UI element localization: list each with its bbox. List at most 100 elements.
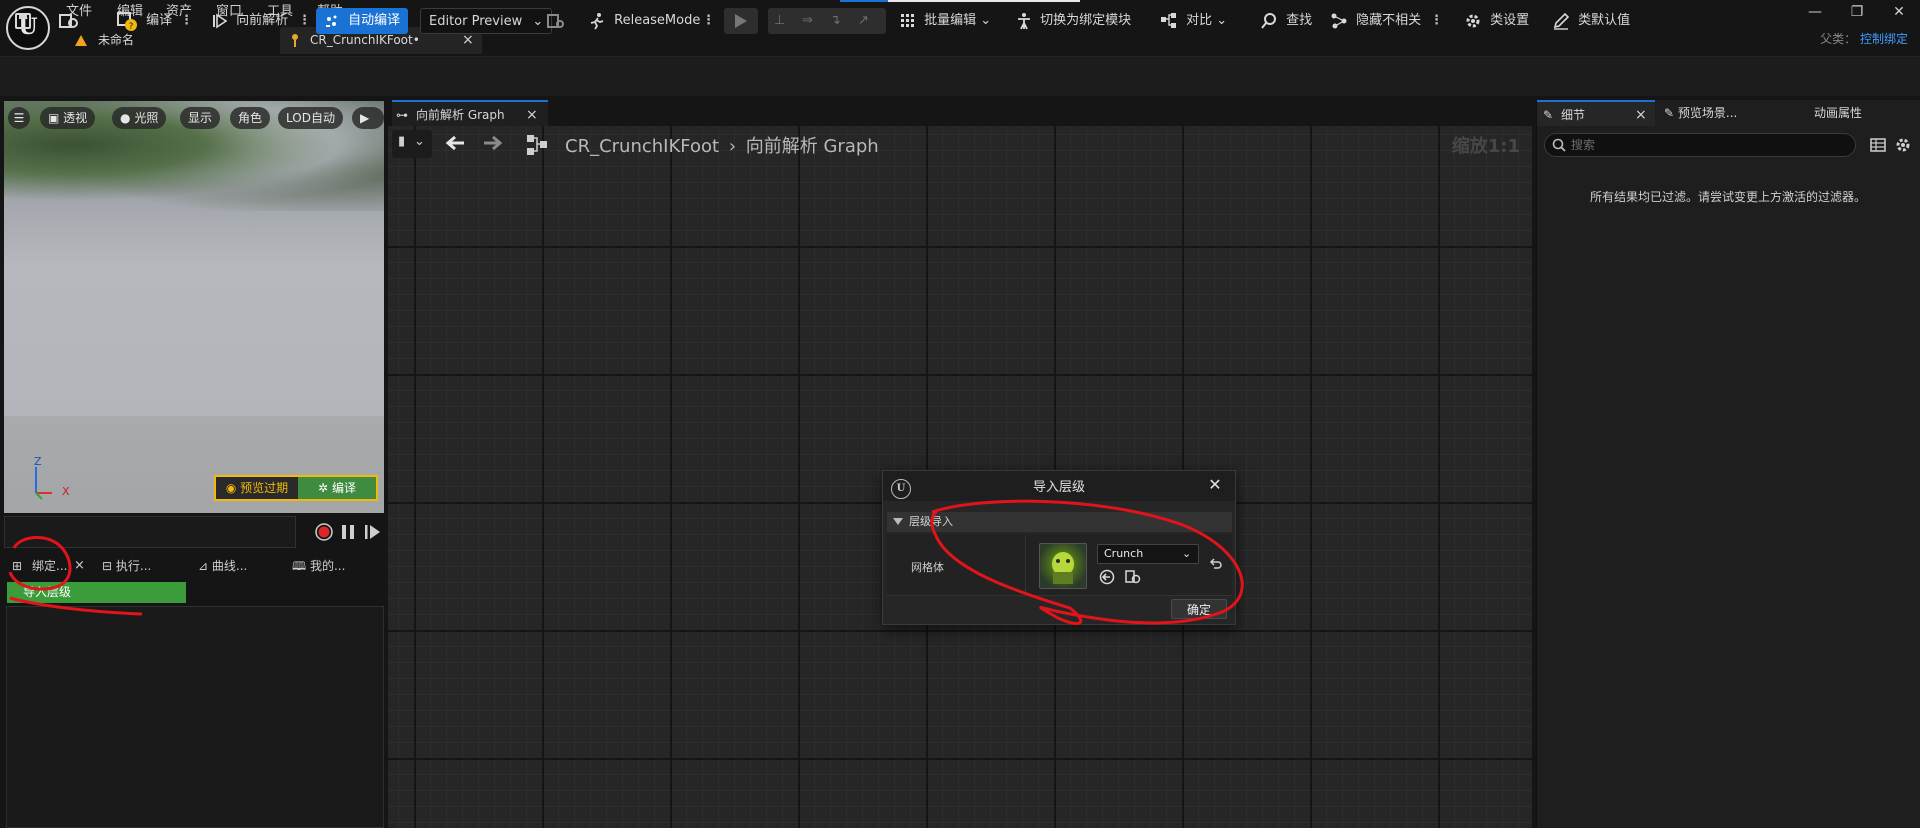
table-view-icon[interactable] bbox=[1870, 137, 1886, 153]
hide-unrelated-options-icon[interactable]: ⋮ bbox=[1430, 8, 1443, 34]
compile-button[interactable]: ? 编译 bbox=[116, 8, 172, 34]
switch-rig-module-button[interactable]: 切换为绑定模块 bbox=[1016, 8, 1131, 34]
restore-icon[interactable]: ❐ bbox=[1842, 0, 1872, 24]
step-into-icon[interactable]: ⊥ bbox=[774, 8, 785, 34]
reset-to-default-icon[interactable] bbox=[1209, 557, 1223, 571]
mesh-asset-dropdown[interactable]: Crunch ⌄ bbox=[1097, 544, 1199, 564]
back-arrow-icon[interactable] bbox=[444, 132, 466, 154]
debug-play-button[interactable] bbox=[724, 8, 758, 34]
minimize-icon[interactable]: — bbox=[1800, 0, 1830, 24]
breadcrumb-asset[interactable]: CR_CrunchIKFoot bbox=[565, 136, 719, 157]
details-panel bbox=[1536, 100, 1920, 828]
tab-my-blueprint[interactable]: 🕮 我的... bbox=[292, 553, 345, 579]
viewport-menu-icon[interactable]: ☰ bbox=[8, 107, 30, 129]
dialog-close-icon[interactable]: ✕ bbox=[1205, 475, 1225, 495]
release-mode-button[interactable]: ReleaseMode bbox=[588, 8, 700, 34]
compile-options-icon[interactable]: ⋮ bbox=[180, 8, 193, 34]
diff-icon bbox=[1160, 12, 1178, 30]
grid-dots-icon bbox=[900, 13, 916, 29]
book-icon: 🕮 bbox=[292, 559, 307, 573]
browse-asset-icon[interactable] bbox=[1125, 569, 1141, 585]
step-back-icon[interactable]: ↗ bbox=[858, 8, 869, 34]
step-out-icon[interactable]: ↴ bbox=[830, 8, 841, 34]
record-icon[interactable] bbox=[314, 522, 334, 542]
collapse-arrow-icon[interactable] bbox=[893, 518, 903, 525]
tab-rig-hierarchy[interactable]: ⊞ 绑定... × bbox=[8, 553, 88, 579]
compile-status-icon: ? bbox=[116, 11, 138, 31]
bulk-edit-dropdown[interactable]: 批量编辑 ⌄ bbox=[900, 8, 991, 34]
zoom-level: 缩放1:1 bbox=[1451, 136, 1520, 157]
tab-details[interactable]: ✎ 细节 × bbox=[1537, 100, 1655, 126]
step-over-icon[interactable]: ⇒ bbox=[802, 8, 813, 34]
pencil-icon: ✎ bbox=[1664, 106, 1675, 120]
viewport-perspective-button[interactable]: ▣ 透视 bbox=[40, 107, 96, 129]
preview-viewport[interactable]: ☰ ▣ 透视 ● 光照 显示 角色 LOD自动 ▶ Z X ◉ 预览过期 ✲ 编… bbox=[4, 101, 384, 513]
dialog-section-header[interactable]: 层级导入 bbox=[887, 512, 1232, 532]
preview-compile-button[interactable]: ✲ 编译 bbox=[298, 477, 376, 499]
preview-settings-icon[interactable] bbox=[546, 8, 568, 34]
chevron-down-icon: ⌄ bbox=[532, 14, 544, 29]
forward-arrow-icon[interactable] bbox=[482, 132, 504, 154]
viewport-play-icon[interactable]: ▶ bbox=[352, 107, 384, 129]
class-defaults-button[interactable]: 类默认值 bbox=[1552, 8, 1630, 34]
forward-solve-options-icon[interactable]: ⋮ bbox=[298, 8, 311, 34]
hide-unrelated-button[interactable]: 隐藏不相关 bbox=[1330, 8, 1421, 34]
use-selected-asset-icon[interactable] bbox=[1099, 569, 1115, 585]
tab-execution-stack[interactable]: ⊟ 执行... bbox=[102, 553, 151, 579]
preview-expired-banner: ◉ 预览过期 ✲ 编译 bbox=[214, 475, 378, 501]
viewport-lod-button[interactable]: LOD自动 bbox=[278, 107, 343, 129]
editor-preview-dropdown[interactable]: Editor Preview ⌄ bbox=[420, 8, 553, 34]
diff-dropdown[interactable]: 对比 ⌄ bbox=[1160, 8, 1227, 34]
find-button[interactable]: 查找 bbox=[1260, 8, 1312, 34]
forward-solve-button[interactable]: 向前解析 bbox=[212, 8, 288, 34]
auto-compile-label: 自动编译 bbox=[348, 13, 401, 28]
viewport-show-button[interactable]: 显示 bbox=[180, 107, 221, 129]
tab-details-close-icon[interactable]: × bbox=[1635, 102, 1647, 128]
pencil-icon: ✎ bbox=[1543, 108, 1554, 122]
tab-rig-close-icon[interactable]: × bbox=[74, 553, 85, 579]
auto-compile-button[interactable]: 自动编译 bbox=[316, 8, 409, 34]
hierarchy-tree[interactable] bbox=[6, 606, 384, 828]
class-settings-button[interactable]: 类设置 bbox=[1464, 8, 1529, 34]
bookmark-dropdown[interactable]: ▮ ⌄ bbox=[392, 130, 432, 158]
title-progress-track bbox=[888, 0, 1080, 2]
tab-anim-properties[interactable]: 动画属性 bbox=[1814, 100, 1862, 126]
viewport-show-label: 显示 bbox=[188, 111, 213, 125]
search-icon bbox=[1551, 137, 1567, 153]
parent-class-link[interactable]: 控制绑定 bbox=[1860, 32, 1908, 46]
find-label: 查找 bbox=[1286, 13, 1313, 28]
viewport-lighting-button[interactable]: ● 光照 bbox=[112, 107, 167, 129]
mesh-asset-value: Crunch bbox=[1104, 547, 1144, 560]
tab-details-label: 细节 bbox=[1561, 108, 1586, 122]
release-mode-options-icon[interactable]: ⋮ bbox=[702, 8, 715, 34]
chevron-down-icon: ⌄ bbox=[1182, 547, 1192, 560]
details-search-input[interactable]: 搜索 bbox=[1544, 133, 1856, 157]
save-icon[interactable] bbox=[14, 8, 36, 34]
class-defaults-label: 类默认值 bbox=[1578, 13, 1631, 28]
tab-mine-label: 我的... bbox=[309, 559, 346, 573]
browse-asset-icon[interactable] bbox=[58, 8, 84, 34]
search-icon bbox=[1260, 12, 1278, 30]
details-settings-gear-icon[interactable] bbox=[1894, 136, 1912, 154]
graph-hierarchy-icon bbox=[526, 134, 548, 156]
tab-curve-container[interactable]: ⊿ 曲线... bbox=[198, 553, 247, 579]
tab-preview-scene[interactable]: ✎ 预览场景... bbox=[1664, 100, 1737, 126]
hierarchy-icon: ⊞ bbox=[12, 559, 23, 573]
step-forward-icon[interactable] bbox=[364, 524, 382, 540]
pause-icon[interactable] bbox=[340, 524, 356, 540]
viewport-lighting-label: 光照 bbox=[134, 111, 159, 125]
title-progress-accent bbox=[840, 0, 888, 2]
import-hierarchy-button[interactable]: 导入层级 bbox=[7, 582, 186, 603]
tab-forward-solve-graph[interactable]: ⊶ 向前解析 Graph × bbox=[392, 100, 548, 126]
lit-sphere-icon: ● bbox=[120, 111, 131, 125]
mesh-thumbnail[interactable] bbox=[1039, 543, 1087, 589]
graph-tab-close-icon[interactable]: × bbox=[526, 102, 538, 128]
breadcrumb-graph[interactable]: 向前解析 Graph bbox=[746, 136, 879, 157]
dialog-ok-button[interactable]: 确定 bbox=[1171, 599, 1227, 619]
viewport-character-button[interactable]: 角色 bbox=[230, 107, 271, 129]
close-window-icon[interactable]: ✕ bbox=[1884, 0, 1914, 24]
tab-exec-label: 执行... bbox=[115, 559, 152, 573]
window-controls: — ❐ ✕ bbox=[1800, 0, 1920, 24]
property-divider bbox=[1025, 535, 1026, 595]
viewport-character-label: 角色 bbox=[238, 111, 263, 125]
